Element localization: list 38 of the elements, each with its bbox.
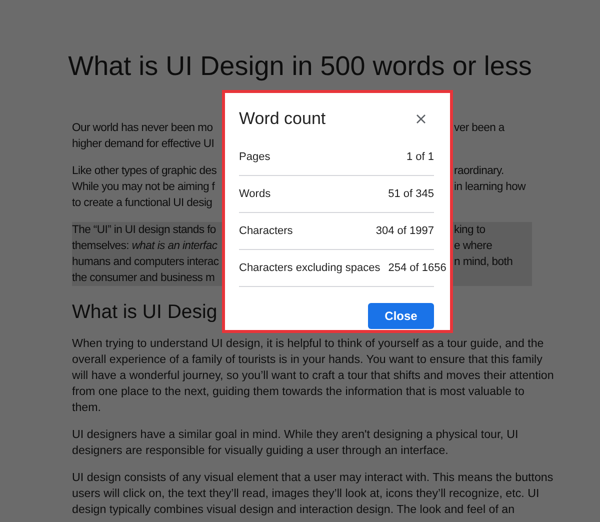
stat-value: 254 of 1656 [388,261,446,276]
close-button[interactable]: Close [368,303,434,329]
stat-label: Pages [239,150,270,165]
text-line: ver been a [454,121,506,136]
text-line: raordinary. [454,164,505,179]
text-line: humans and computers interac [72,255,220,270]
text-line: e where [454,239,494,254]
text-line: in learning how [454,180,527,195]
text-line: When trying to understand UI design, it is helpful to think of yourself as a tour guide, and the [72,337,544,350]
text-line: higher demand for effective UI [72,137,216,152]
dialog-title: Word count [239,108,326,130]
text-line: king to [454,223,486,238]
text-line: UI design consists of any visual element that a user may interact with. This means the buttons [72,471,554,484]
text-line: will have a wonderful journey, so you’ll want to craft a tour that shifts and moves their attention [72,369,554,382]
section-heading: What is UI Desig [72,301,218,323]
text-line: overall experience of a family of tourists is in your hands. You want to ensure that this family [72,353,542,366]
stat-label: Characters [239,224,293,239]
close-icon[interactable] [416,114,426,124]
stat-value: 51 of 345 [388,187,434,202]
text-line: design typically combines visual design and interaction design. The look and feel of an [72,503,515,516]
text-line: to create a functional UI desig [72,196,214,211]
text-line: them. [72,401,101,414]
text-line: UI designers have a similar goal in mind. While they aren't designing a physical tour, UI [72,428,518,441]
text-line: n mind, both [454,255,514,270]
stat-value: 1 of 1 [406,150,434,165]
stat-value: 304 of 1997 [376,224,434,239]
text-line: While you may not be aiming f [72,180,216,195]
text-line: from one place to the next, guiding them towards the information that is most valuable to [72,385,524,398]
text-line: Our world has never been mo [72,121,214,136]
text-line: Like other types of graphic des [72,164,218,179]
text-line: the consumer and business m [72,271,216,286]
stat-label: Words [239,187,271,202]
document-title: What is UI Design in 500 words or less [67,50,533,83]
text-line: themselves: what is an interfac [72,239,218,254]
text-line: The “UI” in UI design stands fo [72,223,217,238]
stat-label: Characters excluding spaces [239,261,380,276]
text-line: users will click on, the text they’ll read, images they’ll look at, icons they’ll recognize, etc. UI [72,487,540,500]
text-line: designers are responsible for visually guiding a user through an interface. [72,444,448,457]
